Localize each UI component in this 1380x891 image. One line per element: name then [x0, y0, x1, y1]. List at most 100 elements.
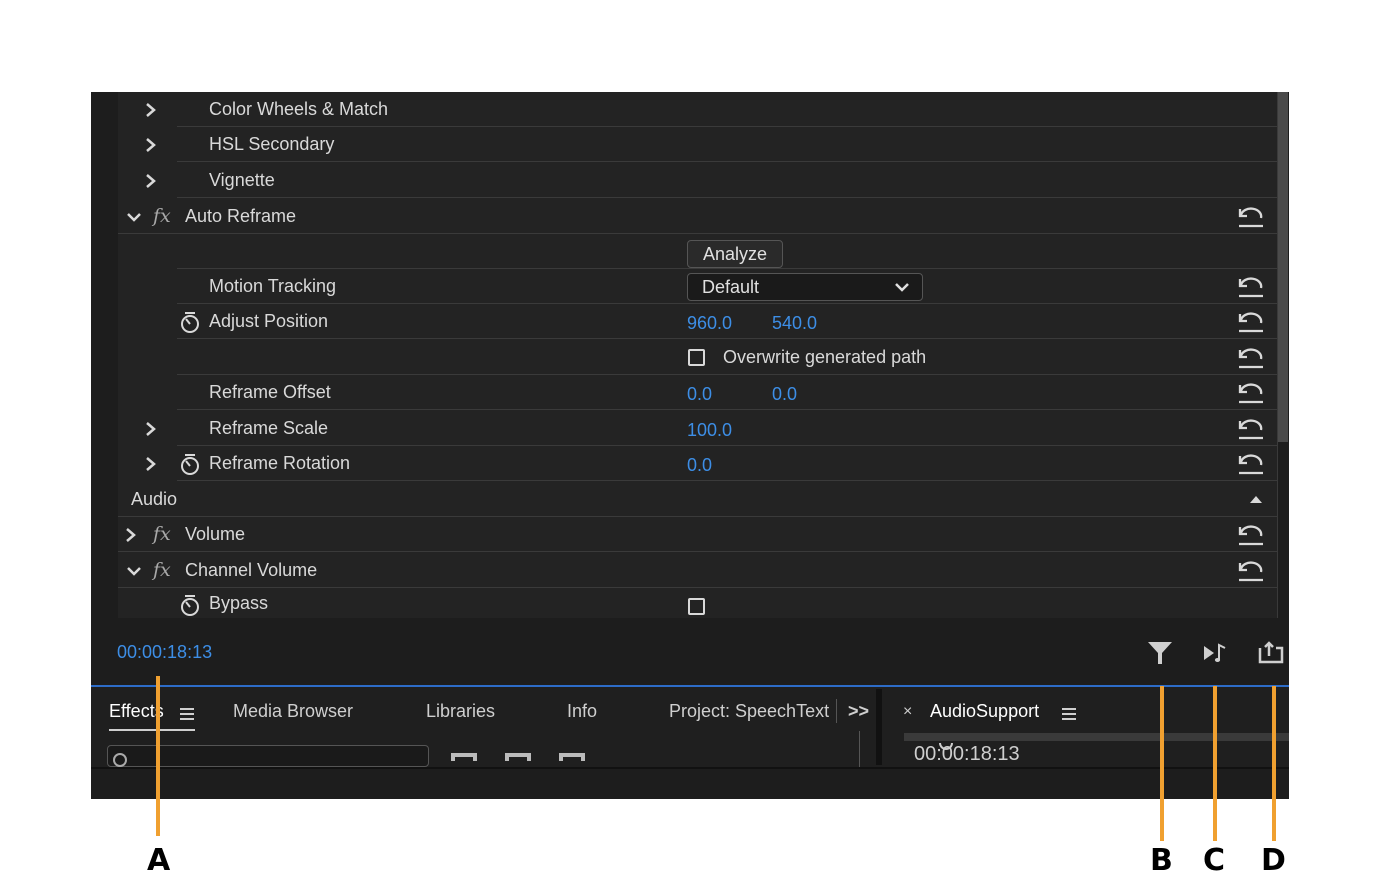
scrollbar[interactable]	[1278, 92, 1288, 442]
panel-tabs: Effects Media Browser Libraries Info Pro…	[91, 687, 1289, 767]
callout-line-a	[156, 676, 160, 836]
effect-row-volume[interactable]: fx Volume	[118, 517, 1277, 552]
stopwatch-icon[interactable]	[179, 310, 201, 334]
search-icon	[113, 753, 127, 767]
effect-controls-panel: Color Wheels & Match HSL Secondary Vigne…	[91, 92, 1289, 799]
property-label: Bypass	[209, 593, 269, 613]
stopwatch-icon[interactable]	[179, 452, 201, 476]
effect-list: Color Wheels & Match HSL Secondary Vigne…	[118, 92, 1278, 618]
tab-audio-support[interactable]: AudioSupport	[930, 701, 1039, 722]
section-label: Audio	[131, 489, 178, 509]
rotation-value[interactable]: 0.0	[687, 448, 712, 483]
reframe-offset-row: Reframe Offset 0.0 0.0	[177, 375, 1277, 410]
chevron-right-icon[interactable]	[140, 92, 162, 127]
audio-scrub-bar[interactable]	[904, 733, 1289, 741]
property-label: Reframe Scale	[209, 418, 329, 438]
property-label: Motion Tracking	[209, 276, 337, 296]
panel-menu-icon[interactable]	[179, 707, 195, 721]
scale-value[interactable]: 100.0	[687, 413, 732, 448]
effect-label: HSL Secondary	[209, 134, 335, 154]
reset-icon[interactable]	[1236, 310, 1266, 334]
audio-section-header[interactable]: Audio	[118, 482, 1277, 517]
effect-label: Volume	[185, 524, 246, 544]
callout-label-c: C	[1203, 843, 1226, 878]
filter-icon[interactable]	[1145, 638, 1175, 668]
callout-label-d: D	[1261, 843, 1286, 878]
effect-row-vignette[interactable]: Vignette	[146, 163, 1277, 198]
effect-row-auto-reframe[interactable]: fx Auto Reframe	[118, 199, 1277, 234]
adjust-position-row: Adjust Position 960.0 540.0	[177, 304, 1277, 339]
bypass-checkbox[interactable]	[688, 598, 705, 615]
reset-icon[interactable]	[1236, 523, 1266, 547]
callout-line-c	[1213, 686, 1217, 841]
current-timecode[interactable]: 00:00:18:13	[117, 642, 212, 663]
effect-label: Color Wheels & Match	[209, 99, 389, 119]
accelerated-effects-icon[interactable]	[451, 753, 477, 761]
tab-project[interactable]: Project: SpeechText	[669, 701, 829, 722]
effect-row-channel-volume[interactable]: fx Channel Volume	[118, 553, 1277, 588]
export-icon[interactable]	[1256, 638, 1286, 668]
analyze-button[interactable]: Analyze	[687, 240, 783, 268]
effect-row-color-wheels[interactable]: Color Wheels & Match	[146, 92, 1277, 127]
callout-label-b: B	[1150, 843, 1173, 878]
offset-y-value[interactable]: 0.0	[772, 377, 797, 412]
tabs-overflow-button[interactable]: >>	[848, 701, 869, 722]
property-label: Adjust Position	[209, 311, 329, 331]
chevron-down-icon[interactable]	[123, 553, 145, 588]
active-tab-underline	[109, 729, 195, 731]
tab-media-browser[interactable]: Media Browser	[233, 701, 353, 722]
yuv-effects-icon[interactable]	[559, 753, 585, 761]
callout-label-a: A	[147, 843, 171, 878]
chevron-right-icon[interactable]	[120, 517, 142, 552]
bottom-strip	[91, 767, 1289, 799]
chevron-down-icon[interactable]	[123, 199, 145, 234]
chevron-right-icon[interactable]	[140, 446, 162, 481]
reset-icon[interactable]	[1236, 205, 1266, 229]
property-label: Reframe Offset	[209, 382, 331, 402]
dropdown-value: Default	[702, 277, 760, 297]
effect-row-hsl-secondary[interactable]: HSL Secondary	[146, 127, 1277, 162]
chevron-right-icon[interactable]	[140, 127, 162, 162]
effects-panel-border	[859, 731, 860, 767]
collapse-up-icon[interactable]	[1249, 495, 1263, 504]
chevron-right-icon[interactable]	[140, 411, 162, 446]
effect-label: Channel Volume	[185, 560, 318, 580]
offset-x-value[interactable]: 0.0	[687, 377, 712, 412]
play-audio-icon[interactable]	[1201, 638, 1231, 668]
reset-icon[interactable]	[1236, 346, 1266, 370]
callout-line-d	[1272, 686, 1276, 841]
reset-icon[interactable]	[1236, 381, 1266, 405]
effect-label: Vignette	[209, 170, 275, 190]
reset-icon[interactable]	[1236, 452, 1266, 476]
chevron-right-icon[interactable]	[140, 163, 162, 198]
fx-icon[interactable]: fx	[153, 517, 171, 552]
reframe-rotation-row: Reframe Rotation 0.0	[146, 446, 1277, 483]
tab-separator	[836, 699, 837, 723]
fx-icon[interactable]: fx	[153, 199, 171, 234]
reset-icon[interactable]	[1236, 417, 1266, 441]
panel-menu-icon[interactable]	[1061, 707, 1077, 721]
reset-icon[interactable]	[1236, 559, 1266, 583]
32bit-effects-icon[interactable]	[505, 753, 531, 761]
fx-icon[interactable]: fx	[153, 553, 171, 588]
motion-tracking-row: Motion Tracking Default	[177, 269, 1277, 304]
stopwatch-icon[interactable]	[179, 593, 201, 617]
tab-info[interactable]: Info	[567, 701, 597, 722]
checkbox-label: Overwrite generated path	[723, 347, 927, 367]
audio-timecode[interactable]: 00:00:18:13	[914, 743, 1020, 765]
close-tab-icon[interactable]: ×	[903, 703, 912, 721]
overwrite-path-checkbox[interactable]	[688, 349, 705, 366]
motion-tracking-dropdown[interactable]: Default	[687, 273, 923, 301]
tab-libraries[interactable]: Libraries	[426, 701, 495, 722]
analyze-row: Analyze	[177, 234, 1277, 269]
effect-label: Auto Reframe	[185, 206, 297, 226]
chevron-down-icon	[895, 283, 909, 292]
position-y-value[interactable]: 540.0	[772, 306, 817, 341]
overwrite-path-row: Overwrite generated path	[177, 340, 1277, 375]
position-x-value[interactable]: 960.0	[687, 306, 732, 341]
bypass-row: Bypass	[177, 588, 1277, 618]
panel-gap	[876, 689, 882, 765]
reframe-scale-row: Reframe Scale 100.0	[146, 411, 1277, 448]
reset-icon[interactable]	[1236, 275, 1266, 299]
property-label: Reframe Rotation	[209, 453, 351, 473]
